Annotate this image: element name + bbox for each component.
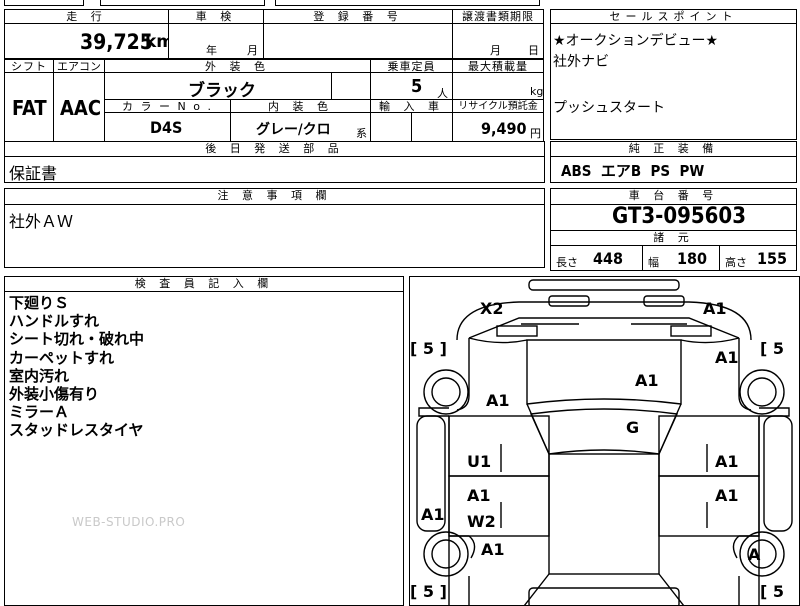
height-value: 155	[757, 249, 788, 268]
specs-header: 諸 元	[550, 230, 797, 246]
inspector-note: 室内汚れ	[9, 366, 70, 385]
inspection-year: 年	[206, 44, 217, 57]
notes-value: 社外ＡＷ	[9, 212, 74, 231]
chassis-header: 車 台 番 号	[550, 188, 797, 205]
color-no-header: カ ラ ー N o .	[104, 99, 231, 113]
import-cell-b	[411, 112, 453, 142]
inspector-note: ハンドルすれ	[9, 312, 100, 331]
length-value: 448	[593, 249, 624, 268]
watermark: WEB-STUDIO.PRO	[72, 515, 186, 529]
damage-code: A1	[421, 505, 445, 524]
sales-point-line: 社外ナビ	[553, 54, 609, 70]
tire-size-front-right: [ 5	[760, 339, 785, 358]
aircon-header: エアコン	[53, 59, 105, 73]
recycle-unit: 円	[530, 127, 541, 140]
shift-value: FAT	[12, 96, 47, 120]
mileage-value: 39,725	[80, 30, 153, 54]
top-strip	[4, 0, 84, 6]
later-parts-cell	[4, 156, 545, 183]
inspector-notes: 下廻りＳ ハンドルすれ シート切れ・破れ中 カーペットすれ 室内汚れ 外装小傷有…	[9, 294, 144, 440]
inspector-note: 下廻りＳ	[9, 294, 70, 312]
inspector-note: ミラーＡ	[9, 403, 70, 422]
damage-code: W2	[467, 512, 496, 531]
recycle-value: 9,490	[481, 119, 527, 138]
transfer-day: 日	[528, 44, 539, 57]
registration-header: 登 録 番 号	[263, 9, 453, 24]
damage-code: A1	[715, 348, 739, 367]
damage-code: A	[748, 545, 761, 564]
color-no-value: D4S	[150, 118, 183, 137]
tire-size-rear-right: [ 5	[760, 582, 785, 601]
equipment-header: 純 正 装 備	[550, 141, 797, 157]
capacity-header: 乗車定員	[370, 59, 453, 73]
sales-point-line: プッシュスタート	[553, 100, 665, 116]
tire-size-rear-left: [ 5 ]	[410, 582, 447, 601]
damage-code: A1	[715, 452, 739, 471]
maxload-header: 最大積載量	[452, 59, 544, 73]
aircon-value: AAC	[60, 96, 102, 120]
inspector-note: 外装小傷有り	[9, 385, 100, 404]
sellpoint-header: セールスポイント	[550, 9, 797, 24]
import-cell-a	[370, 112, 412, 142]
chassis-value: GT3-095603	[612, 204, 746, 229]
exterior-color-suffix-cell	[331, 72, 371, 100]
top-strip	[100, 0, 265, 6]
top-strip	[275, 0, 540, 6]
notes-cell	[4, 204, 545, 268]
notes-header: 注 意 事 項 欄	[4, 188, 545, 205]
damage-code: A1	[486, 391, 510, 410]
maxload-unit: kg	[530, 85, 544, 98]
transfer-month: 月	[490, 44, 501, 57]
damage-code: U1	[467, 452, 492, 471]
registration-cell	[263, 23, 453, 59]
mileage-header: 走 行	[4, 9, 169, 24]
import-header: 輸 入 車	[370, 99, 453, 113]
inspector-note: カーペットすれ	[9, 348, 115, 367]
capacity-value: 5	[411, 76, 423, 97]
exterior-color-value: ブラック	[188, 81, 256, 101]
equipment-value: ABS エアB PS PW	[561, 162, 705, 180]
damage-code: G	[626, 418, 640, 437]
damage-code: A1	[635, 371, 659, 390]
exterior-header: 外 装 色	[104, 59, 371, 73]
interior-color-value: グレー/クロ	[256, 122, 331, 138]
interior-header: 内 装 色	[230, 99, 371, 113]
inspector-note: スタッドレスタイヤ	[9, 421, 144, 440]
height-label: 高さ	[725, 256, 747, 269]
damage-code: X2	[480, 299, 504, 318]
car-diagram	[416, 279, 793, 606]
length-label: 長さ	[556, 256, 578, 269]
inspector-note: シート切れ・破れ中	[9, 330, 145, 349]
later-parts-header: 後 日 発 送 部 品	[4, 141, 545, 157]
tire-size-front-left: [ 5 ]	[410, 339, 447, 358]
width-value: 180	[677, 249, 708, 268]
damage-code: A1	[703, 299, 727, 318]
width-label: 幅	[648, 256, 659, 269]
interior-suffix: 系	[356, 127, 367, 140]
inspection-month: 月	[247, 44, 258, 57]
later-parts-value: 保証書	[9, 164, 58, 183]
shift-header: シフト	[4, 59, 54, 73]
inspector-header: 検 査 員 記 入 欄	[4, 276, 404, 292]
damage-code: A1	[467, 486, 491, 505]
inspection-header: 車 検	[168, 9, 264, 24]
recycle-header: リサイクル預託金	[452, 99, 544, 113]
damage-code: A1	[481, 540, 505, 559]
sales-point-line: ★オークションデビュー★	[553, 33, 719, 49]
damage-code: A1	[715, 486, 739, 505]
transfer-header: 譲渡書類期限	[452, 9, 544, 24]
